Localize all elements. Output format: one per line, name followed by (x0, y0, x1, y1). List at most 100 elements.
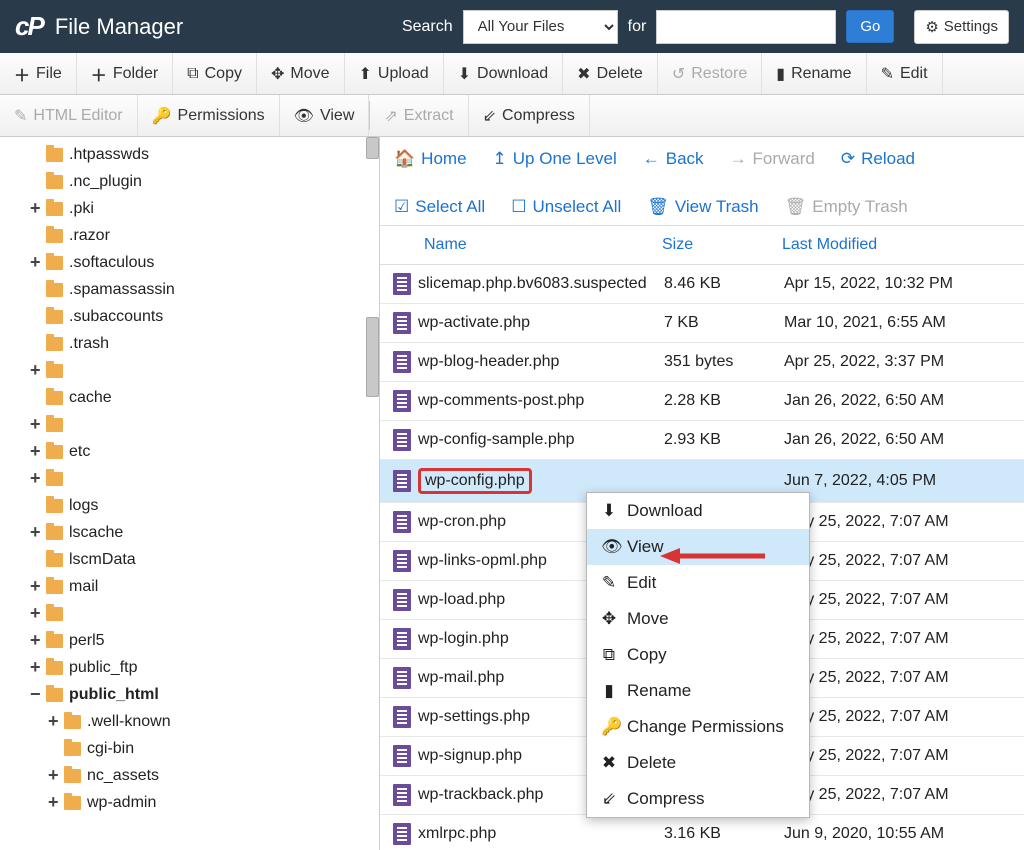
tree-folder-item[interactable]: +.softaculous (30, 249, 379, 276)
file-row[interactable]: wp-activate.php7 KBMar 10, 2021, 6:55 AM (380, 304, 1024, 343)
tree-folder-item[interactable]: .spamassassin (30, 276, 379, 303)
search-scope-select[interactable]: All Your Files (463, 10, 618, 44)
tree-folder-item[interactable]: .nc_plugin (30, 168, 379, 195)
expand-icon[interactable]: + (30, 441, 40, 462)
tree-folder-item[interactable]: + (30, 600, 379, 627)
nav-empty-trash[interactable]: 🗑Empty Trash (785, 197, 908, 217)
upload-button[interactable]: ⬆Upload (345, 53, 444, 94)
tree-folder-item[interactable]: +mail (30, 573, 379, 600)
context-menu-label: Copy (627, 645, 667, 665)
restore-button[interactable]: ↺Restore (658, 53, 762, 94)
expand-icon[interactable]: + (30, 468, 40, 489)
delete-button[interactable]: ✖Delete (563, 53, 658, 94)
context-menu-change-permissions[interactable]: 🔑Change Permissions (587, 709, 809, 745)
new-folder-button[interactable]: ＋Folder (77, 53, 173, 94)
expand-icon[interactable]: + (30, 576, 40, 597)
folder-icon (46, 148, 63, 162)
tree-folder-item[interactable]: .razor (30, 222, 379, 249)
tree-scrollbar-thumb[interactable] (366, 317, 379, 397)
tree-folder-item[interactable]: +.well-known (30, 708, 379, 735)
context-menu-delete[interactable]: ✖Delete (587, 745, 809, 781)
tree-folder-item[interactable]: lscmData (30, 546, 379, 573)
folder-icon (46, 472, 63, 486)
tree-folder-item[interactable]: + (30, 465, 379, 492)
nav-reload[interactable]: ⟳Reload (841, 149, 915, 169)
tree-folder-item[interactable]: .subaccounts (30, 303, 379, 330)
nav-up-one-level[interactable]: ↥Up One Level (493, 149, 617, 169)
tree-folder-item[interactable]: +wp-admin (30, 789, 379, 816)
context-menu-copy[interactable]: ⧉Copy (587, 637, 809, 673)
extract-button[interactable]: ⇗Extract (370, 95, 468, 136)
edit-button[interactable]: ✎Edit (867, 53, 943, 94)
restore-label: Restore (691, 65, 747, 83)
tree-folder-item[interactable]: cache (30, 384, 379, 411)
rename-button[interactable]: ▮Rename (762, 53, 866, 94)
extract-icon: ⇗ (384, 106, 397, 126)
context-menu-view[interactable]: 👁View (587, 529, 809, 565)
context-menu-compress[interactable]: ⇙Compress (587, 781, 809, 817)
tree-folder-item[interactable]: +lscache (30, 519, 379, 546)
file-row[interactable]: wp-blog-header.php351 bytesApr 25, 2022,… (380, 343, 1024, 382)
permissions-button[interactable]: 🔑Permissions (138, 95, 280, 136)
download-button[interactable]: ⬇Download (444, 53, 564, 94)
nav-unselect-all[interactable]: ☐Unselect All (511, 197, 621, 217)
folder-tree-panel: .htpasswds.nc_plugin+.pki.razor+.softacu… (0, 137, 380, 850)
file-type-icon (386, 390, 418, 412)
expand-icon[interactable]: + (30, 522, 40, 543)
expand-icon[interactable]: + (30, 414, 40, 435)
context-menu-rename[interactable]: ▮Rename (587, 673, 809, 709)
file-name: wp-blog-header.php (418, 353, 664, 371)
copy-button[interactable]: ⧉Copy (173, 53, 257, 94)
nav-view-trash[interactable]: 🗑View Trash (647, 197, 758, 217)
column-size[interactable]: Size (662, 236, 782, 254)
tree-folder-item[interactable]: −public_html (30, 681, 379, 708)
folder-icon (46, 553, 63, 567)
context-menu-move[interactable]: ✥Move (587, 601, 809, 637)
cpanel-logo-icon: cP (15, 11, 43, 42)
expand-icon[interactable]: + (48, 792, 58, 813)
expand-icon[interactable]: + (30, 603, 40, 624)
expand-icon[interactable]: + (30, 360, 40, 381)
search-input[interactable] (656, 10, 836, 44)
expand-icon[interactable]: + (48, 765, 58, 786)
view-button[interactable]: 👁View (280, 95, 370, 136)
tree-folder-item[interactable]: +.pki (30, 195, 379, 222)
expand-icon[interactable]: + (30, 630, 40, 651)
tree-folder-item[interactable]: cgi-bin (30, 735, 379, 762)
nav-select-all[interactable]: ☑Select All (394, 197, 485, 217)
settings-button[interactable]: ⚙ Settings (914, 10, 1009, 44)
nav-back[interactable]: ←Back (643, 149, 704, 169)
column-name[interactable]: Name (424, 236, 662, 254)
tree-folder-item[interactable]: .trash (30, 330, 379, 357)
expand-icon[interactable]: + (30, 198, 40, 219)
new-file-button[interactable]: ＋File (0, 53, 77, 94)
collapse-icon[interactable]: − (30, 684, 40, 705)
tree-folder-item[interactable]: logs (30, 492, 379, 519)
nav-forward[interactable]: →Forward (730, 149, 815, 169)
tree-folder-item[interactable]: + (30, 411, 379, 438)
tree-folder-item[interactable]: +nc_assets (30, 762, 379, 789)
html-editor-button[interactable]: ✎HTML Editor (0, 95, 138, 136)
compress-button[interactable]: ⇙Compress (469, 95, 590, 136)
tree-folder-item[interactable]: .htpasswds (30, 141, 379, 168)
tree-folder-item[interactable]: +perl5 (30, 627, 379, 654)
forward-label: Forward (753, 149, 815, 169)
nav-home[interactable]: 🏠Home (394, 149, 467, 169)
tree-folder-item[interactable]: +etc (30, 438, 379, 465)
file-row[interactable]: wp-config-sample.php2.93 KBJan 26, 2022,… (380, 421, 1024, 460)
file-row[interactable]: wp-comments-post.php2.28 KBJan 26, 2022,… (380, 382, 1024, 421)
tree-folder-item[interactable]: +public_ftp (30, 654, 379, 681)
context-menu-download[interactable]: ⬇Download (587, 493, 809, 529)
context-menu-label: Edit (627, 573, 656, 593)
expand-icon[interactable]: + (48, 711, 58, 732)
tree-folder-item[interactable]: + (30, 357, 379, 384)
move-button[interactable]: ✥Move (257, 53, 345, 94)
file-row[interactable]: xmlrpc.php3.16 KBJun 9, 2020, 10:55 AM (380, 815, 1024, 850)
expand-icon[interactable]: + (30, 657, 40, 678)
context-menu-edit[interactable]: ✎Edit (587, 565, 809, 601)
tree-scrollbar-thumb[interactable] (366, 137, 379, 159)
column-modified[interactable]: Last Modified (782, 236, 1024, 254)
file-row[interactable]: slicemap.php.bv6083.suspected8.46 KBApr … (380, 265, 1024, 304)
go-button[interactable]: Go (846, 10, 894, 43)
expand-icon[interactable]: + (30, 252, 40, 273)
